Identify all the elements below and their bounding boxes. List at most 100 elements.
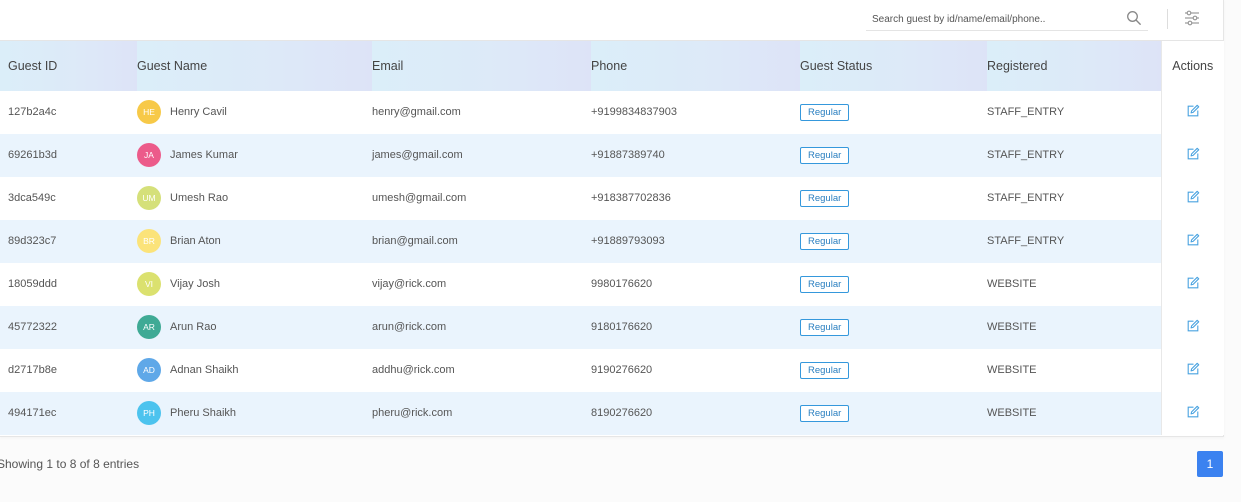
guest-name-cell: JA James Kumar: [137, 133, 372, 177]
phone-cell: 8190276620: [591, 391, 800, 435]
filter-sliders-icon[interactable]: [1183, 9, 1201, 27]
actions-cell: [1160, 133, 1224, 177]
table-row: 89d323c7 BR Brian Aton brian@gmail.com +9188…: [0, 219, 1224, 263]
guest-id-cell: 89d323c7: [0, 219, 137, 263]
phone-cell: 9980176620: [591, 262, 800, 306]
registered-cell: STAFF_ENTRY: [987, 219, 1161, 263]
phone-cell: +9199834837903: [591, 90, 800, 134]
status-badge: Regular: [800, 361, 850, 379]
guest-name-cell: UM Umesh Rao: [137, 176, 372, 220]
table-row: 494171ec PH Pheru Shaikh pheru@rick.com 8190…: [0, 391, 1224, 435]
toolbar-divider: [1167, 9, 1168, 29]
header-guest-name[interactable]: Guest Name: [137, 40, 372, 91]
status-cell: Regular: [800, 391, 987, 435]
email-cell: addhu@rick.com: [372, 348, 591, 392]
status-badge: Regular: [800, 189, 850, 207]
guest-name: Umesh Rao: [170, 192, 229, 204]
guest-name-cell: PH Pheru Shaikh: [137, 391, 372, 435]
pagination-page-1[interactable]: 1: [1197, 451, 1223, 477]
edit-icon[interactable]: [1186, 405, 1200, 419]
guest-name: Brian Aton: [170, 235, 221, 247]
email-cell: pheru@rick.com: [372, 391, 591, 435]
edit-icon[interactable]: [1186, 190, 1200, 204]
guest-name-cell: VI Vijay Josh: [137, 262, 372, 306]
table-header-row: Guest ID Guest Name Email Phone Guest St…: [0, 40, 1224, 91]
header-registered[interactable]: Registered: [987, 40, 1161, 91]
guest-name: Pheru Shaikh: [170, 407, 237, 419]
registered-cell: STAFF_ENTRY: [987, 90, 1161, 134]
avatar: PH: [137, 401, 161, 425]
status-cell: Regular: [800, 176, 987, 220]
guest-name: Arun Rao: [170, 321, 217, 333]
table-row: d2717b8e AD Adnan Shaikh addhu@rick.com 9190…: [0, 348, 1224, 392]
guest-table-card: Guest ID Guest Name Email Phone Guest St…: [0, 0, 1224, 437]
edit-icon[interactable]: [1186, 233, 1200, 247]
status-cell: Regular: [800, 133, 987, 177]
email-cell: henry@gmail.com: [372, 90, 591, 134]
status-cell: Regular: [800, 348, 987, 392]
registered-cell: STAFF_ENTRY: [987, 133, 1161, 177]
avatar: HE: [137, 100, 161, 124]
table-row: 127b2a4c HE Henry Cavil henry@gmail.com +919…: [0, 90, 1224, 134]
actions-cell: [1160, 219, 1224, 263]
registered-cell: WEBSITE: [987, 305, 1161, 349]
avatar: AD: [137, 358, 161, 382]
table-toolbar: [0, 0, 1224, 40]
actions-cell: [1160, 262, 1224, 306]
edit-icon[interactable]: [1186, 104, 1200, 118]
guest-name-cell: HE Henry Cavil: [137, 90, 372, 134]
phone-cell: +91887389740: [591, 133, 800, 177]
guest-table: Guest ID Guest Name Email Phone Guest St…: [0, 40, 1224, 435]
avatar: JA: [137, 143, 161, 167]
email-cell: james@gmail.com: [372, 133, 591, 177]
guest-name-cell: AD Adnan Shaikh: [137, 348, 372, 392]
table-row: 18059ddd VI Vijay Josh vijay@rick.com 998017…: [0, 262, 1224, 306]
actions-cell: [1160, 305, 1224, 349]
entries-info: Showing 1 to 8 of 8 entries: [0, 457, 140, 471]
header-guest-id[interactable]: Guest ID: [0, 40, 137, 91]
phone-cell: 9190276620: [591, 348, 800, 392]
edit-icon[interactable]: [1186, 362, 1200, 376]
header-email[interactable]: Email: [372, 40, 591, 91]
guest-id-cell: 45772322: [0, 305, 137, 349]
avatar: UM: [137, 186, 161, 210]
search-input[interactable]: [866, 7, 1116, 31]
actions-cell: [1160, 391, 1224, 435]
table-row: 69261b3d JA James Kumar james@gmail.com +918…: [0, 133, 1224, 177]
status-cell: Regular: [800, 262, 987, 306]
status-cell: Regular: [800, 219, 987, 263]
guest-id-cell: 127b2a4c: [0, 90, 137, 134]
edit-icon[interactable]: [1186, 276, 1200, 290]
avatar: BR: [137, 229, 161, 253]
actions-cell: [1160, 176, 1224, 220]
email-cell: brian@gmail.com: [372, 219, 591, 263]
registered-cell: STAFF_ENTRY: [987, 176, 1161, 220]
guest-name: James Kumar: [170, 149, 238, 161]
guest-name: Henry Cavil: [170, 106, 227, 118]
header-phone[interactable]: Phone: [591, 40, 800, 91]
status-badge: Regular: [800, 146, 850, 164]
actions-cell: [1160, 90, 1224, 134]
avatar: VI: [137, 272, 161, 296]
registered-cell: WEBSITE: [987, 391, 1161, 435]
search-box: [866, 7, 1148, 31]
header-actions: Actions: [1160, 40, 1224, 91]
phone-cell: +918387702836: [591, 176, 800, 220]
phone-cell: +91889793093: [591, 219, 800, 263]
table-row: 3dca549c UM Umesh Rao umesh@gmail.com +91838…: [0, 176, 1224, 220]
status-badge: Regular: [800, 404, 850, 422]
status-badge: Regular: [800, 275, 850, 293]
edit-icon[interactable]: [1186, 147, 1200, 161]
search-icon[interactable]: [1126, 10, 1142, 26]
guest-id-cell: 494171ec: [0, 391, 137, 435]
guest-name: Adnan Shaikh: [170, 364, 239, 376]
table-row: 45772322 AR Arun Rao arun@rick.com 918017662…: [0, 305, 1224, 349]
status-badge: Regular: [800, 318, 850, 336]
edit-icon[interactable]: [1186, 319, 1200, 333]
header-guest-status[interactable]: Guest Status: [800, 40, 987, 91]
guest-id-cell: 18059ddd: [0, 262, 137, 306]
avatar: AR: [137, 315, 161, 339]
status-badge: Regular: [800, 232, 850, 250]
guest-id-cell: d2717b8e: [0, 348, 137, 392]
registered-cell: WEBSITE: [987, 262, 1161, 306]
